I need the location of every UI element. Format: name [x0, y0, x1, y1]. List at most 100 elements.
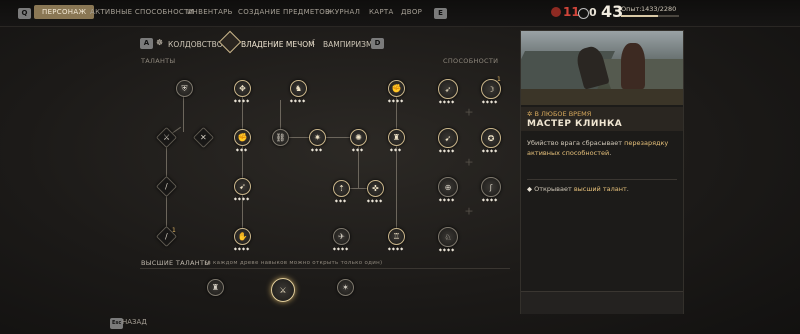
rank-dots: ◆◆◆◆	[481, 197, 499, 202]
rank-dots: ◆◆◆◆	[481, 99, 499, 104]
compass-icon: ✜	[372, 184, 379, 193]
gauntlet-icon: ✋	[237, 232, 248, 241]
tree-connector	[183, 92, 184, 132]
talent-node[interactable]: ✈	[333, 228, 350, 245]
rank-dots: ◆◆◆◆	[233, 196, 251, 201]
talent-node[interactable]: ♜	[388, 129, 405, 146]
tab-swordsmanship[interactable]: ВЛАДЕНИЕ МЕЧОМ	[241, 40, 315, 49]
tab-active-abilities[interactable]: АКТИВНЫЕ СПОСОБНОСТИ	[90, 8, 194, 16]
high-talent-node-selected[interactable]: ⚔	[271, 278, 295, 302]
ability-node[interactable]: ⊕	[438, 177, 458, 197]
sword-icon: ⚔	[279, 285, 287, 295]
bullet-highlight: высший талант	[573, 185, 627, 193]
rank-dots: ◆◆◆◆	[438, 148, 456, 153]
wolf-icon: ♘	[444, 232, 452, 242]
skill-points-counter: 0	[589, 6, 597, 19]
next-tree-key[interactable]: D	[371, 38, 384, 49]
rank-dots: ◆◆◆◆	[387, 246, 405, 251]
talent-node[interactable]: ✊	[388, 80, 405, 97]
talent-node-locked[interactable]: ✕	[192, 126, 215, 149]
top-nav-bar: Q ПЕРСОНАЖ АКТИВНЫЕ СПОСОБНОСТИ ИНВЕНТАР…	[0, 0, 800, 27]
crest-icon: ♜	[392, 133, 401, 142]
arrow-icon: ⇡	[338, 184, 345, 193]
talent-node[interactable]: ➹	[234, 178, 251, 195]
back-button[interactable]: НАЗАД	[122, 318, 147, 326]
high-talents-header: ВЫСШИЕ ТАЛАНТЫ	[141, 259, 211, 267]
talent-node[interactable]: ⛓	[272, 129, 289, 146]
tab-character[interactable]: ПЕРСОНАЖ	[34, 5, 95, 19]
chain-icon: ⛓	[275, 133, 286, 142]
connector-cross: +	[464, 105, 474, 119]
talent-node[interactable]: ✺	[350, 129, 367, 146]
connector-cross: +	[464, 155, 474, 169]
spark-icon: ✷	[314, 133, 321, 142]
talent-artwork	[521, 31, 683, 105]
bullet-text: Открывает	[534, 185, 574, 193]
talent-node-shield[interactable]: ⛨	[176, 80, 193, 97]
xp-bar-fill	[621, 15, 658, 17]
xp-bar	[621, 15, 679, 17]
tab-journal[interactable]: ЖУРНАЛ	[327, 8, 360, 16]
talent-node[interactable]: ♖	[388, 228, 405, 245]
unlock-bullet: ◆ Открывает высший талант.	[527, 185, 629, 193]
strike-icon: ➶	[444, 84, 452, 94]
tab-crafting[interactable]: СОЗДАНИЕ ПРЕДМЕТОВ	[238, 8, 330, 16]
high-talents-note: (в каждом древе навыков можно открыть то…	[205, 260, 383, 266]
fist-icon: ✊	[237, 133, 248, 142]
chain-icon: ʃ	[489, 182, 493, 192]
connector-cross: +	[464, 204, 474, 218]
claw-icon: ✥	[239, 84, 246, 93]
rank-dots: ◆◆◆	[310, 147, 324, 152]
tab-inventory[interactable]: ИНВЕНТАРЬ	[187, 8, 233, 16]
rank-dots: ◆◆◆	[389, 147, 403, 152]
ability-node[interactable]: ➹	[438, 128, 458, 148]
cross-swords-icon: ✕	[200, 132, 207, 142]
ability-node[interactable]: ♘	[438, 227, 458, 247]
desc-text-end: .	[609, 149, 612, 157]
tab-court[interactable]: ДВОР	[401, 8, 422, 16]
high-talent-node[interactable]: ✶	[337, 279, 354, 296]
vampirism-icon: ☾	[311, 38, 319, 47]
tab-map[interactable]: КАРТА	[369, 8, 394, 16]
eagle-icon: ✪	[487, 133, 495, 143]
ability-node[interactable]: ✪	[481, 128, 501, 148]
helm-icon: ♖	[392, 232, 401, 241]
ability-node[interactable]: ➶	[438, 79, 458, 99]
talent-node[interactable]: ♞	[290, 80, 307, 97]
rank-indicator: 1	[172, 227, 176, 234]
strike-icon: ➹	[444, 133, 452, 143]
xp-label: Опыт:	[621, 5, 642, 13]
desc-text: Убийство врага сбрасывает	[527, 139, 625, 147]
next-tab-key[interactable]: E	[434, 8, 447, 19]
high-talent-node[interactable]: ♜	[207, 279, 224, 296]
rank-dots: ◆◆◆	[351, 147, 365, 152]
talent-node[interactable]: ✋	[234, 228, 251, 245]
ability-node[interactable]: ʃ	[481, 177, 501, 197]
tab-vampirism[interactable]: ВАМПИРИЗМ	[323, 40, 372, 49]
rank-indicator: 1	[497, 76, 501, 83]
rank-dots: ◆◆◆◆	[438, 197, 456, 202]
claw-icon: ☽	[487, 84, 495, 94]
divider	[140, 268, 510, 269]
prev-tab-key[interactable]: Q	[18, 8, 31, 19]
eagle-icon: ✈	[338, 232, 345, 241]
shield-icon: ⛨	[181, 83, 188, 93]
prev-tree-key[interactable]: A	[140, 38, 153, 49]
wolf-icon: ♞	[294, 84, 303, 93]
rank-dots: ◆◆◆◆	[332, 246, 350, 251]
talent-node[interactable]: ✊	[234, 129, 251, 146]
blade-icon: /	[165, 181, 168, 191]
talent-node[interactable]: ✷	[309, 129, 326, 146]
detail-footer-box	[521, 291, 683, 314]
talent-node[interactable]: ✥	[234, 80, 251, 97]
xp-value: 1433/2280	[641, 5, 677, 13]
talent-detail-panel: ✲ В ЛЮБОЕ ВРЕМЯ МАСТЕР КЛИНКА Убийство в…	[520, 30, 684, 314]
rank-dots: ◆◆◆◆	[233, 98, 251, 103]
rank-dots: ◆◆◆◆	[438, 99, 456, 104]
activation-timing-text: В ЛЮБОЕ ВРЕМЯ	[534, 110, 592, 118]
abilities-header: СПОСОБНОСТИ	[443, 57, 499, 65]
talent-node[interactable]: ✜	[367, 180, 384, 197]
tab-sorcery[interactable]: КОЛДОВСТВО	[168, 40, 223, 49]
talent-node[interactable]: ⇡	[333, 180, 350, 197]
talent-node-locked[interactable]: /	[155, 175, 178, 198]
